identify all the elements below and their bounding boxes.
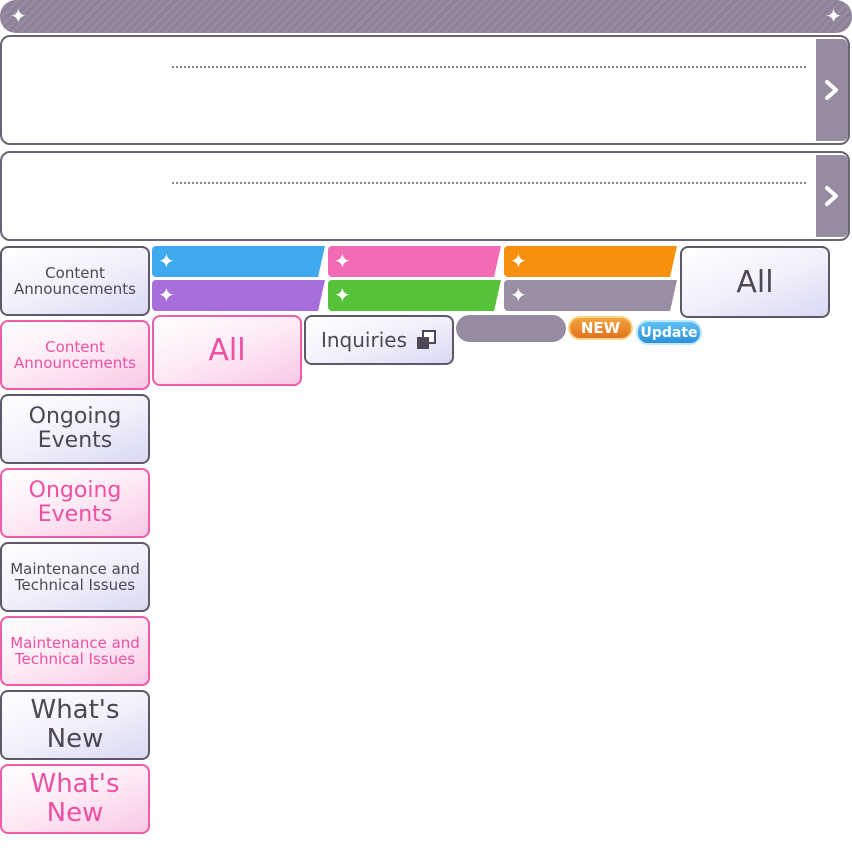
sparkle-icon: ✦ xyxy=(510,283,527,307)
sparkle-icon: ✦ xyxy=(158,283,175,307)
update-badge: Update xyxy=(636,320,702,345)
category-bar-green[interactable]: ✦ xyxy=(328,280,501,311)
gray-pill-button[interactable] xyxy=(456,315,566,342)
all-label: All xyxy=(208,333,246,368)
tab-whats-new[interactable]: What's New xyxy=(0,690,150,760)
tab-label: Ongoing Events xyxy=(28,403,122,453)
sparkle-icon: ✦ xyxy=(825,4,842,28)
category-bar-purple[interactable]: ✦ xyxy=(152,280,325,311)
open-notice-button[interactable] xyxy=(816,155,848,237)
tab-content-announcements[interactable]: Content Announcements xyxy=(0,246,150,316)
tab-label: Ongoing Events xyxy=(28,477,122,527)
tab-content-announcements-active[interactable]: Content Announcements xyxy=(0,320,150,390)
sparkle-icon: ✦ xyxy=(10,4,27,28)
category-bar-orange[interactable]: ✦ xyxy=(504,246,677,277)
dotted-divider xyxy=(172,66,806,68)
category-bar-gray[interactable]: ✦ xyxy=(504,280,677,311)
chevron-right-icon xyxy=(825,80,838,100)
tab-label: What's New xyxy=(30,695,120,754)
tab-label: Maintenance and Technical Issues xyxy=(10,633,140,668)
dotted-divider xyxy=(172,182,806,184)
sparkle-icon: ✦ xyxy=(334,249,351,273)
external-window-icon xyxy=(417,330,436,349)
sparkle-icon: ✦ xyxy=(510,249,527,273)
tab-maintenance[interactable]: Maintenance and Technical Issues xyxy=(0,542,150,612)
tab-label: Content Announcements xyxy=(14,263,136,298)
header-banner: ✦ ✦ xyxy=(0,0,852,33)
tab-label: Maintenance and Technical Issues xyxy=(10,559,140,594)
sparkle-icon: ✦ xyxy=(334,283,351,307)
tab-ongoing-events[interactable]: Ongoing Events xyxy=(0,394,150,464)
notice-card[interactable] xyxy=(0,151,850,241)
sparkle-icon: ✦ xyxy=(158,249,175,273)
new-badge: NEW xyxy=(568,316,633,340)
category-bar-blue[interactable]: ✦ xyxy=(152,246,325,277)
category-bar-pink[interactable]: ✦ xyxy=(328,246,501,277)
notice-card[interactable] xyxy=(0,35,850,145)
tab-maintenance-active[interactable]: Maintenance and Technical Issues xyxy=(0,616,150,686)
tab-whats-new-active[interactable]: What's New xyxy=(0,764,150,834)
inquiries-label: Inquiries xyxy=(320,328,407,352)
tab-label: What's New xyxy=(30,769,120,828)
chevron-right-icon xyxy=(825,186,838,206)
tab-label: Content Announcements xyxy=(14,337,136,372)
open-notice-button[interactable] xyxy=(816,39,848,141)
all-button-pink[interactable]: All xyxy=(152,315,302,386)
all-button-gray[interactable]: All xyxy=(680,246,830,318)
inquiries-button[interactable]: Inquiries xyxy=(304,315,454,365)
all-label: All xyxy=(736,264,774,300)
tab-ongoing-events-active[interactable]: Ongoing Events xyxy=(0,468,150,538)
